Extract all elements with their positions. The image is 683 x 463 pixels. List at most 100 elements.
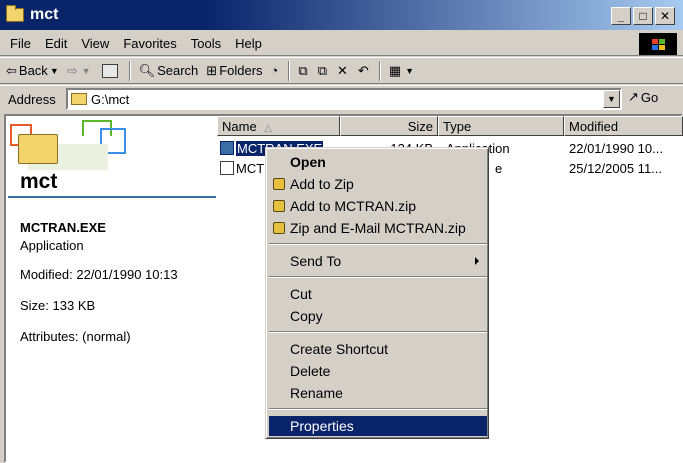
- search-label: Search: [157, 63, 199, 78]
- close-button[interactable]: ✕: [655, 7, 675, 25]
- toolbar: ⇦ Back ▼ ⇨ ▼ 🔍︎ Search ⊞ Folders ◔ ⧉ ⧉ ✕…: [0, 57, 683, 84]
- menu-separator: [269, 331, 487, 333]
- history-button[interactable]: ◔: [267, 63, 285, 78]
- maximize-icon: □: [639, 9, 647, 23]
- menu-tools[interactable]: Tools: [184, 36, 228, 51]
- selected-file-modified: Modified: 22/01/1990 10:13: [20, 267, 178, 282]
- forward-arrow-icon: ⇨: [66, 62, 78, 78]
- address-dropdown-button[interactable]: ▼: [603, 90, 620, 108]
- search-icon: 🔍︎: [138, 62, 156, 78]
- column-header-type[interactable]: Type: [438, 116, 564, 136]
- menu-file[interactable]: File: [0, 36, 38, 51]
- forward-button[interactable]: ⇨ ▼: [63, 63, 95, 79]
- zip-icon: [273, 200, 285, 212]
- menu-item-zip-email[interactable]: Zip and E-Mail MCTRAN.zip: [269, 218, 487, 238]
- folder-icon: [71, 93, 87, 105]
- menu-bar: File Edit View Favorites Tools Help: [0, 32, 683, 56]
- menu-item-label: Send To: [290, 253, 342, 269]
- search-button[interactable]: 🔍︎ Search: [135, 63, 203, 79]
- move-to-icon: ⧉: [298, 62, 308, 78]
- address-label: Address: [8, 92, 56, 107]
- menu-item-properties[interactable]: Properties: [269, 416, 487, 436]
- windows-logo-icon: [639, 33, 677, 55]
- file-type: e: [495, 161, 503, 176]
- menu-item-create-shortcut[interactable]: Create Shortcut: [269, 339, 487, 359]
- menu-item-copy[interactable]: Copy: [269, 306, 487, 326]
- minimize-icon: _: [617, 9, 625, 23]
- address-bar: Address G:\mct ▼ ↗ Go: [0, 85, 683, 113]
- menu-item-add-to-zip[interactable]: Add to Zip: [269, 174, 487, 194]
- folder-icon: [6, 5, 24, 22]
- title-bar[interactable]: mct _ □ ✕: [0, 0, 683, 30]
- copy-to-button[interactable]: ⧉: [314, 63, 333, 79]
- submenu-arrow-icon: [475, 257, 479, 265]
- history-icon: ◔: [270, 63, 279, 78]
- up-folder-icon: [101, 63, 118, 78]
- back-button[interactable]: ⇦ Back ▼: [0, 63, 63, 79]
- menu-item-send-to[interactable]: Send To: [269, 251, 487, 271]
- go-button[interactable]: ↗ Go: [628, 89, 658, 105]
- application-icon: [220, 141, 234, 155]
- menu-separator: [269, 276, 487, 278]
- folders-icon: ⊞: [206, 62, 218, 78]
- column-name-label: Name: [222, 119, 257, 134]
- up-folder-button[interactable]: [95, 63, 125, 78]
- menu-item-label: Add to Zip: [290, 176, 354, 192]
- folders-button[interactable]: ⊞ Folders: [202, 63, 266, 79]
- close-icon: ✕: [659, 9, 671, 23]
- views-icon: ▦: [388, 62, 402, 78]
- zip-icon: [273, 222, 285, 234]
- selected-file-name: MCTRAN.EXE: [20, 220, 106, 235]
- folder-name-heading: mct: [20, 170, 58, 193]
- address-input[interactable]: G:\mct ▼: [66, 88, 622, 110]
- maximize-button[interactable]: □: [633, 7, 653, 25]
- undo-icon: ↶: [357, 62, 369, 78]
- toolbar-divider: [288, 60, 291, 81]
- menu-separator: [269, 243, 487, 245]
- window-controls: _ □ ✕: [611, 7, 675, 25]
- address-value: G:\mct: [91, 91, 130, 107]
- chevron-down-icon[interactable]: ▼: [405, 66, 414, 76]
- zip-icon: [273, 178, 285, 190]
- context-menu: Open Add to Zip Add to MCTRAN.zip Zip an…: [265, 147, 489, 439]
- menu-item-open[interactable]: Open: [269, 152, 487, 172]
- undo-button[interactable]: ↶: [354, 63, 375, 79]
- column-header-modified[interactable]: Modified: [564, 116, 683, 136]
- panel-divider: [8, 196, 216, 198]
- toolbar-divider: [378, 60, 381, 81]
- selected-file-attributes: Attributes: (normal): [20, 329, 131, 344]
- minimize-button[interactable]: _: [611, 7, 631, 25]
- back-arrow-icon: ⇦: [6, 62, 17, 78]
- move-to-button[interactable]: ⧉: [294, 63, 313, 79]
- menu-item-label: Zip and E-Mail MCTRAN.zip: [290, 220, 466, 236]
- copy-to-icon: ⧉: [317, 62, 327, 78]
- delete-icon: ✕: [337, 62, 348, 78]
- menu-item-label: Add to MCTRAN.zip: [290, 198, 417, 214]
- text-file-icon: [220, 161, 234, 175]
- folder-banner-graphic: [8, 120, 138, 176]
- menu-item-rename[interactable]: Rename: [269, 383, 487, 403]
- folder-icon: [18, 134, 58, 164]
- sort-ascending-icon: △: [264, 123, 273, 134]
- go-arrow-icon: ↗: [628, 89, 639, 104]
- menu-view[interactable]: View: [74, 36, 116, 51]
- menu-help[interactable]: Help: [228, 36, 269, 51]
- column-header-name[interactable]: Name △: [217, 116, 340, 136]
- menu-favorites[interactable]: Favorites: [116, 36, 183, 51]
- chevron-down-icon[interactable]: ▼: [82, 66, 91, 76]
- selected-file-size: Size: 133 KB: [20, 298, 96, 313]
- chevron-down-icon[interactable]: ▼: [50, 66, 59, 76]
- file-modified: 22/01/1990 10...: [569, 141, 663, 156]
- menu-item-delete[interactable]: Delete: [269, 361, 487, 381]
- menu-edit[interactable]: Edit: [38, 36, 74, 51]
- go-label: Go: [640, 89, 659, 105]
- menu-separator: [269, 408, 487, 410]
- column-header-size[interactable]: Size: [340, 116, 438, 136]
- views-button[interactable]: ▦ ▼: [385, 63, 418, 79]
- menu-item-cut[interactable]: Cut: [269, 284, 487, 304]
- menu-item-add-to-named-zip[interactable]: Add to MCTRAN.zip: [269, 196, 487, 216]
- back-label: Back: [18, 63, 48, 78]
- toolbar-divider: [128, 60, 131, 81]
- delete-button[interactable]: ✕: [333, 63, 354, 79]
- folders-label: Folders: [219, 63, 263, 78]
